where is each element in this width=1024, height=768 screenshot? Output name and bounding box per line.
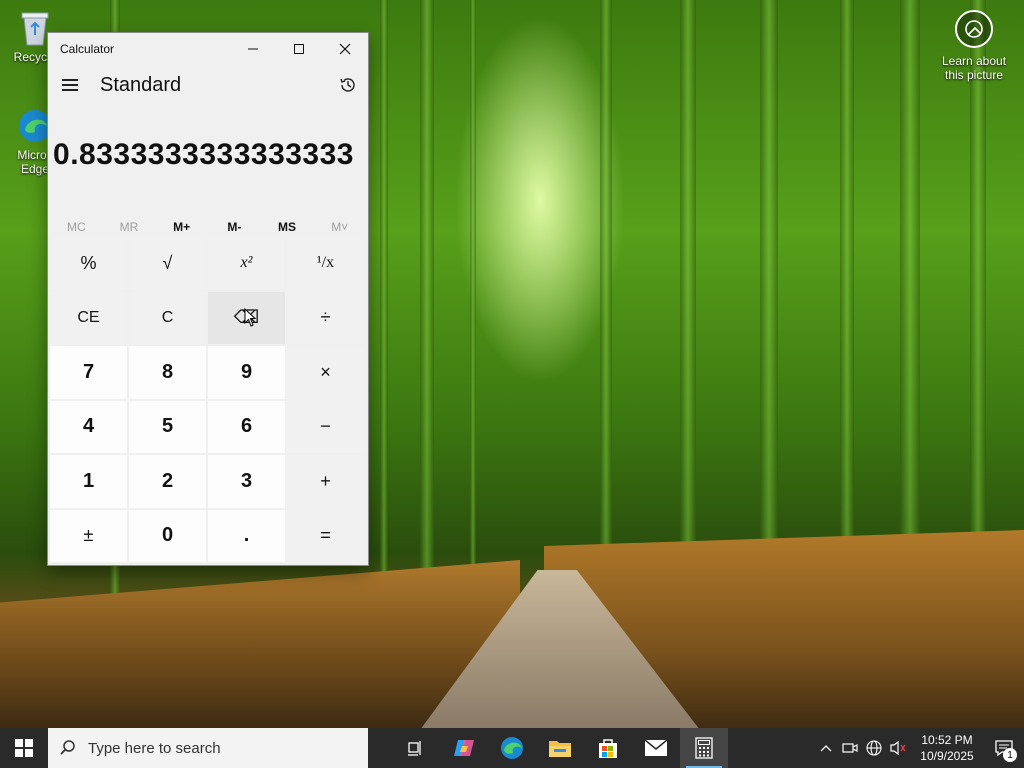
taskbar-microsoft-store[interactable] <box>584 728 632 768</box>
taskbar-edge[interactable] <box>488 728 536 768</box>
percent-button[interactable]: % <box>50 237 127 290</box>
camera-icon <box>955 10 993 48</box>
window-title: Calculator <box>60 42 115 56</box>
task-view-button[interactable] <box>392 728 440 768</box>
decimal-button[interactable]: . <box>208 509 285 562</box>
globe-icon <box>866 740 882 756</box>
divide-button[interactable]: ÷ <box>287 291 364 344</box>
hamburger-icon <box>62 84 78 86</box>
clock[interactable]: 10:52 PM 10/9/2025 <box>910 732 984 764</box>
history-button[interactable] <box>328 65 368 105</box>
digit-6-button[interactable]: 6 <box>208 400 285 453</box>
navigation-menu-button[interactable] <box>50 65 90 105</box>
maximize-button[interactable] <box>276 33 322 65</box>
taskbar-search-box[interactable]: Type here to search <box>48 728 368 768</box>
digit-3-button[interactable]: 3 <box>208 455 285 508</box>
digit-0-button[interactable]: 0 <box>129 509 206 562</box>
close-button[interactable] <box>322 33 368 65</box>
edge-icon <box>501 737 523 759</box>
start-button[interactable] <box>0 728 48 768</box>
reciprocal-button[interactable]: ¹/x <box>287 237 364 290</box>
clock-time: 10:52 PM <box>921 733 973 747</box>
folder-icon <box>549 741 571 757</box>
memory-subtract-button[interactable]: M- <box>208 220 261 234</box>
multiply-button[interactable]: × <box>287 346 364 399</box>
taskbar-mail[interactable] <box>632 728 680 768</box>
taskbar: Type here to search 10:52 PM 10/9/2025 1 <box>0 728 1024 768</box>
video-camera-icon <box>842 743 858 753</box>
mail-icon <box>644 739 668 756</box>
task-view-icon <box>408 741 421 756</box>
network-button[interactable] <box>862 728 886 768</box>
digit-8-button[interactable]: 8 <box>129 346 206 399</box>
memory-list-button[interactable]: M˅ <box>313 220 366 234</box>
show-hidden-icons-button[interactable] <box>814 728 838 768</box>
digit-5-button[interactable]: 5 <box>129 400 206 453</box>
digit-7-button[interactable]: 7 <box>50 346 127 399</box>
windows-icon <box>15 739 33 757</box>
equals-button[interactable]: = <box>287 509 364 562</box>
taskbar-copilot[interactable] <box>440 728 488 768</box>
memory-recall-button[interactable]: MR <box>103 220 156 234</box>
add-button[interactable]: + <box>287 455 364 508</box>
notification-count-badge: 1 <box>1003 748 1017 762</box>
digit-1-button[interactable]: 1 <box>50 455 127 508</box>
negate-button[interactable]: ± <box>50 509 127 562</box>
minimize-button[interactable] <box>230 33 276 65</box>
result-display: 0.8333333333333333 <box>53 138 354 171</box>
digit-2-button[interactable]: 2 <box>129 455 206 508</box>
learn-about-picture[interactable]: Learn about this picture <box>934 10 1014 82</box>
calculator-icon <box>695 737 713 759</box>
calculator-window: Calculator Standard 0.8333333333333333 M… <box>48 33 368 565</box>
speaker-muted-icon <box>890 740 906 756</box>
digit-4-button[interactable]: 4 <box>50 400 127 453</box>
learn-label: Learn about this picture <box>941 54 1007 82</box>
mouse-cursor-icon <box>244 308 257 327</box>
system-tray: 10:52 PM 10/9/2025 1 <box>814 728 1024 768</box>
chevron-up-icon <box>820 745 832 752</box>
mode-title: Standard <box>100 73 182 96</box>
taskbar-calculator[interactable] <box>680 728 728 768</box>
search-placeholder: Type here to search <box>88 739 221 757</box>
digit-9-button[interactable]: 9 <box>208 346 285 399</box>
clock-date: 10/9/2025 <box>920 749 974 763</box>
notifications-button[interactable]: 1 <box>984 728 1024 768</box>
memory-add-button[interactable]: M+ <box>155 220 208 234</box>
keypad: % √ x² ¹/x CE C ⌫ ÷ 7 8 9 × 4 5 6 − 1 2 … <box>50 237 366 562</box>
clear-button[interactable]: C <box>129 291 206 344</box>
taskbar-file-explorer[interactable] <box>536 728 584 768</box>
volume-button[interactable] <box>886 728 910 768</box>
clear-entry-button[interactable]: CE <box>50 291 127 344</box>
square-button[interactable]: x² <box>208 237 285 290</box>
memory-store-button[interactable]: MS <box>261 220 314 234</box>
memory-clear-button[interactable]: MC <box>50 220 103 234</box>
square-root-button[interactable]: √ <box>129 237 206 290</box>
title-bar[interactable]: Calculator <box>48 33 368 65</box>
search-icon <box>48 739 88 757</box>
history-icon <box>340 78 355 92</box>
subtract-button[interactable]: − <box>287 400 364 453</box>
store-icon <box>599 739 617 758</box>
meet-now-button[interactable] <box>838 728 862 768</box>
copilot-icon <box>454 740 474 756</box>
